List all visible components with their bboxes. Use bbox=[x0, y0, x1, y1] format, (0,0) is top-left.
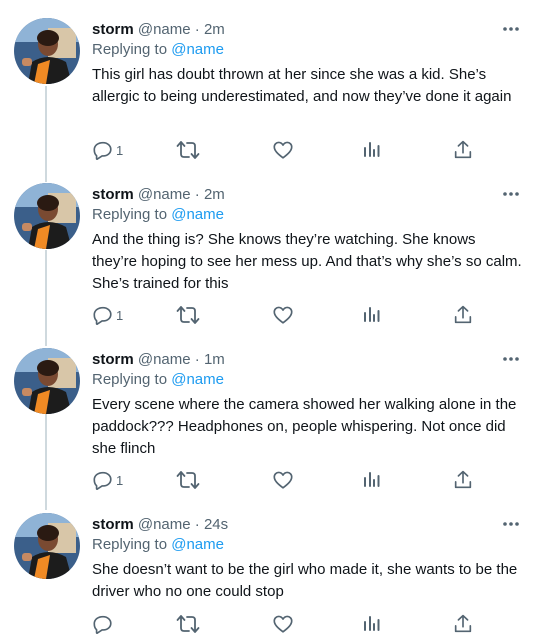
retweet-icon bbox=[176, 139, 200, 161]
replying-to: Replying to @name bbox=[92, 205, 224, 225]
action-bar: 1 bbox=[92, 468, 482, 492]
tweet-header: storm @name · 2m bbox=[92, 185, 225, 205]
views-icon bbox=[362, 614, 382, 634]
avatar[interactable] bbox=[14, 18, 80, 84]
retweet-icon bbox=[176, 613, 200, 635]
replying-prefix: Replying to bbox=[92, 536, 168, 553]
reply-icon bbox=[92, 469, 114, 491]
action-bar bbox=[92, 612, 482, 636]
views-button[interactable] bbox=[362, 612, 382, 636]
reply-count: 1 bbox=[116, 307, 124, 323]
timestamp[interactable]: 24s bbox=[204, 516, 228, 533]
share-button[interactable] bbox=[452, 138, 474, 162]
tweet-header: storm @name · 24s bbox=[92, 515, 228, 535]
views-button[interactable] bbox=[362, 303, 382, 327]
retweet-icon bbox=[176, 304, 200, 326]
share-button[interactable] bbox=[452, 303, 474, 327]
separator-dot: · bbox=[194, 516, 200, 533]
like-button[interactable] bbox=[272, 303, 294, 327]
timestamp[interactable]: 2m bbox=[204, 186, 225, 203]
reply-button[interactable] bbox=[92, 612, 116, 636]
more-icon[interactable] bbox=[502, 352, 520, 364]
tweet-text: She doesn’t want to be the girl who made… bbox=[92, 561, 518, 600]
replying-to: Replying to @name bbox=[92, 370, 224, 390]
replying-prefix: Replying to bbox=[92, 206, 168, 223]
user-handle[interactable]: @name bbox=[138, 516, 191, 533]
tweet[interactable]: storm @name · 24s Replying to @name She … bbox=[0, 511, 540, 642]
tweet[interactable]: storm @name · 1m Replying to @name Every… bbox=[0, 346, 540, 502]
tweet-header: storm @name · 2m bbox=[92, 20, 225, 40]
replying-to: Replying to @name bbox=[92, 40, 224, 60]
display-name[interactable]: storm bbox=[92, 186, 134, 203]
reply-icon bbox=[92, 613, 114, 635]
share-icon bbox=[452, 304, 474, 326]
avatar[interactable] bbox=[14, 183, 80, 249]
share-icon bbox=[452, 139, 474, 161]
avatar[interactable] bbox=[14, 348, 80, 414]
share-button[interactable] bbox=[452, 468, 474, 492]
more-icon[interactable] bbox=[502, 22, 520, 34]
share-button[interactable] bbox=[452, 612, 474, 636]
replying-mention[interactable]: @name bbox=[171, 536, 224, 553]
replying-mention[interactable]: @name bbox=[171, 41, 224, 58]
display-name[interactable]: storm bbox=[92, 21, 134, 38]
retweet-button[interactable] bbox=[176, 612, 200, 636]
replying-to: Replying to @name bbox=[92, 535, 224, 555]
timestamp[interactable]: 1m bbox=[204, 351, 225, 368]
tweet-header: storm @name · 1m bbox=[92, 350, 225, 370]
reply-count: 1 bbox=[116, 142, 124, 158]
share-icon bbox=[452, 469, 474, 491]
avatar[interactable] bbox=[14, 513, 80, 579]
reply-icon bbox=[92, 304, 114, 326]
heart-icon bbox=[272, 304, 294, 326]
timestamp[interactable]: 2m bbox=[204, 21, 225, 38]
replying-mention[interactable]: @name bbox=[171, 371, 224, 388]
user-handle[interactable]: @name bbox=[138, 21, 191, 38]
heart-icon bbox=[272, 139, 294, 161]
like-button[interactable] bbox=[272, 612, 294, 636]
heart-icon bbox=[272, 469, 294, 491]
retweet-button[interactable] bbox=[176, 468, 200, 492]
tweet-text: Every scene where the camera showed her … bbox=[92, 396, 517, 457]
tweet-text: This girl has doubt thrown at her since … bbox=[92, 66, 512, 105]
replying-prefix: Replying to bbox=[92, 371, 168, 388]
user-handle[interactable]: @name bbox=[138, 351, 191, 368]
views-button[interactable] bbox=[362, 468, 382, 492]
like-button[interactable] bbox=[272, 138, 294, 162]
action-bar: 1 bbox=[92, 303, 482, 327]
user-handle[interactable]: @name bbox=[138, 186, 191, 203]
tweet[interactable]: storm @name · 2m Replying to @name This … bbox=[0, 16, 540, 172]
replying-mention[interactable]: @name bbox=[171, 206, 224, 223]
display-name[interactable]: storm bbox=[92, 351, 134, 368]
separator-dot: · bbox=[194, 21, 200, 38]
reply-button[interactable]: 1 bbox=[92, 138, 123, 162]
action-bar: 1 bbox=[92, 138, 482, 162]
separator-dot: · bbox=[194, 186, 200, 203]
share-icon bbox=[452, 613, 474, 635]
reply-icon bbox=[92, 139, 114, 161]
more-icon[interactable] bbox=[502, 517, 520, 529]
retweet-icon bbox=[176, 469, 200, 491]
heart-icon bbox=[272, 613, 294, 635]
tweet-text: And the thing is? She knows they’re watc… bbox=[92, 231, 522, 292]
like-button[interactable] bbox=[272, 468, 294, 492]
reply-button[interactable]: 1 bbox=[92, 468, 123, 492]
tweet[interactable]: storm @name · 2m Replying to @name And t… bbox=[0, 181, 540, 337]
more-icon[interactable] bbox=[502, 187, 520, 199]
display-name[interactable]: storm bbox=[92, 516, 134, 533]
reply-count: 1 bbox=[116, 472, 124, 488]
views-button[interactable] bbox=[362, 138, 382, 162]
replying-prefix: Replying to bbox=[92, 41, 168, 58]
retweet-button[interactable] bbox=[176, 303, 200, 327]
views-icon bbox=[362, 140, 382, 160]
views-icon bbox=[362, 305, 382, 325]
views-icon bbox=[362, 470, 382, 490]
separator-dot: · bbox=[194, 351, 200, 368]
reply-button[interactable]: 1 bbox=[92, 303, 123, 327]
retweet-button[interactable] bbox=[176, 138, 200, 162]
